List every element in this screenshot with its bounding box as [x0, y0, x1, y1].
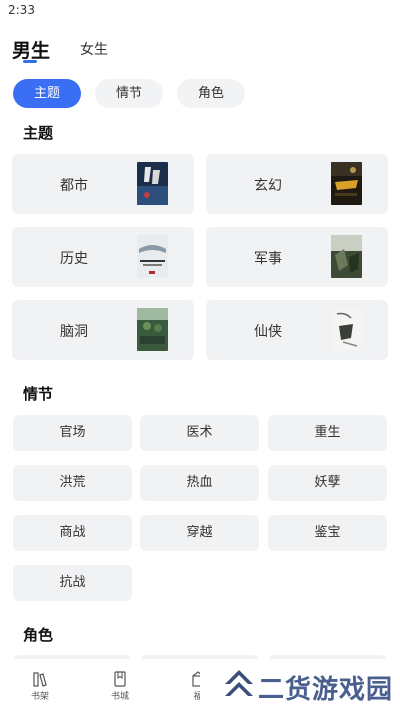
filter-plot[interactable]: 情节	[95, 79, 163, 108]
active-tab-indicator	[23, 60, 37, 63]
section-title-theme: 主题	[23, 124, 54, 142]
nav-bookstore[interactable]: 书城	[100, 671, 140, 702]
filter-role[interactable]: 角色	[177, 79, 245, 108]
section-title-role: 角色	[23, 626, 54, 644]
theme-label: 历史	[60, 251, 88, 267]
theme-label: 脑洞	[60, 324, 88, 340]
tab-female[interactable]: 女生	[80, 39, 108, 59]
theme-label: 军事	[254, 251, 282, 267]
book-cover-icon	[137, 235, 168, 278]
gender-tabs: 男生 女生	[0, 30, 400, 70]
tab-male[interactable]: 男生	[12, 36, 50, 63]
plot-chip-chuanyue[interactable]: 穿越	[140, 515, 259, 551]
theme-label: 玄幻	[254, 178, 282, 194]
filter-theme[interactable]: 主题	[13, 79, 81, 108]
theme-card-junshi[interactable]: 军事	[206, 227, 388, 287]
bookshelf-icon	[33, 672, 47, 687]
nav-bookshelf[interactable]: 书架	[20, 671, 60, 702]
section-title-plot: 情节	[23, 385, 54, 403]
nav-label: 书架	[30, 692, 49, 702]
theme-card-lishi[interactable]: 历史	[12, 227, 194, 287]
chevron-logo-icon	[225, 670, 253, 696]
status-bar: 2:33	[0, 0, 400, 22]
plot-chip-guanchang[interactable]: 官场	[13, 415, 132, 451]
book-cover-icon	[331, 308, 362, 351]
watermark-text: 二货游戏园	[258, 675, 394, 705]
book-cover-icon	[137, 308, 168, 351]
book-cover-icon	[137, 162, 168, 205]
plot-chip-shangzhan[interactable]: 商战	[13, 515, 132, 551]
status-time: 2:33	[8, 3, 35, 17]
plot-chip-rexue[interactable]: 热血	[140, 465, 259, 501]
nav-label: 书城	[110, 692, 129, 702]
watermark: 二货游戏园	[200, 660, 400, 711]
theme-label: 都市	[60, 178, 88, 194]
theme-card-xianxia[interactable]: 仙侠	[206, 300, 388, 360]
theme-label: 仙侠	[254, 324, 282, 340]
plot-chip-kangzhan[interactable]: 抗战	[13, 565, 132, 601]
plot-chip-honghuang[interactable]: 洪荒	[13, 465, 132, 501]
filter-row: 主题 情节 角色	[0, 79, 400, 109]
book-cover-icon	[331, 235, 362, 278]
theme-card-naodong[interactable]: 脑洞	[12, 300, 194, 360]
theme-card-xuanhuan[interactable]: 玄幻	[206, 154, 388, 214]
book-cover-icon	[331, 162, 362, 205]
plot-chip-chongsheng[interactable]: 重生	[268, 415, 387, 451]
theme-card-dushi[interactable]: 都市	[12, 154, 194, 214]
plot-chip-yishu[interactable]: 医术	[140, 415, 259, 451]
plot-chip-jianbao[interactable]: 鉴宝	[268, 515, 387, 551]
plot-chip-yaonie[interactable]: 妖孽	[268, 465, 387, 501]
bookstore-icon	[114, 671, 126, 687]
